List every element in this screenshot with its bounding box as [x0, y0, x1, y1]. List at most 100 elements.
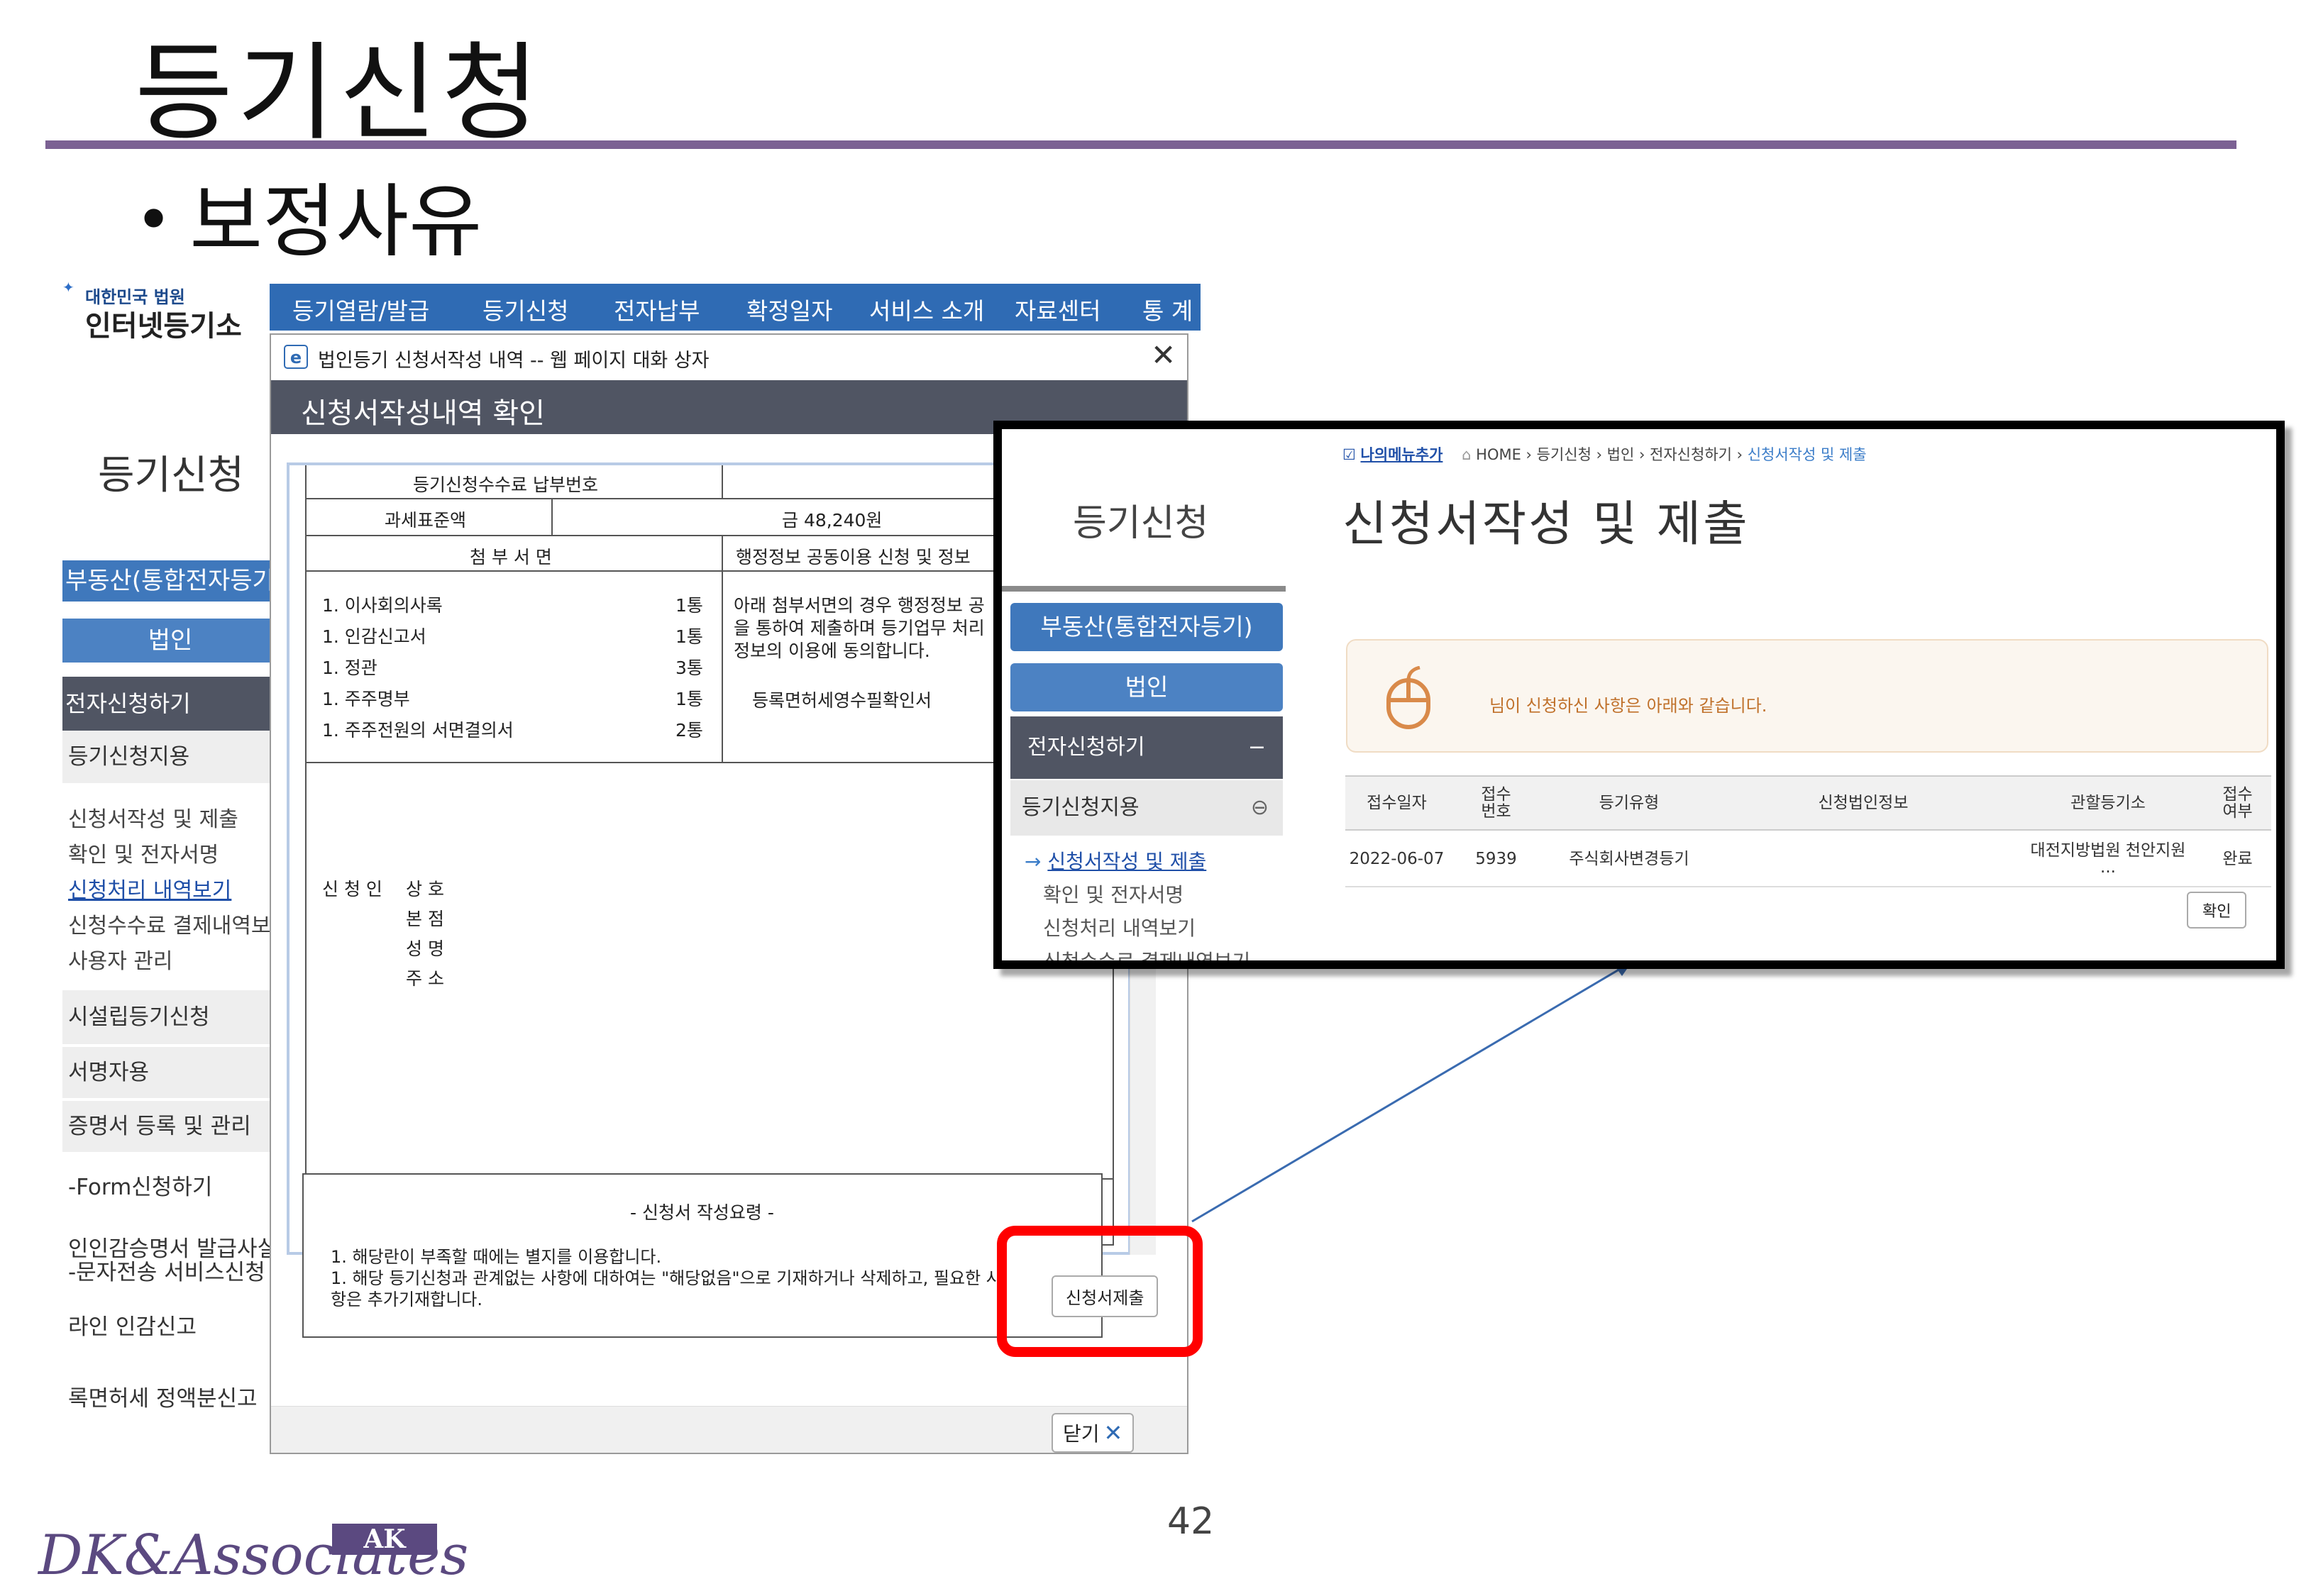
- sidebar-item-sms[interactable]: -문자전송 서비스신청: [62, 1254, 275, 1286]
- sidebar-item-signer[interactable]: 서명자용: [62, 1047, 275, 1098]
- zoom-sidebar-band-corp[interactable]: 법인: [1010, 663, 1283, 711]
- slide-bullet: • 보정사유: [135, 157, 482, 272]
- tax-base-value: 금 48,240원: [782, 510, 883, 531]
- table-cell-number: 5939: [1448, 832, 1544, 887]
- attachment-count: 2통: [675, 720, 703, 741]
- nav-item-view[interactable]: 등기열람/발급: [292, 292, 429, 326]
- breadcrumb-home[interactable]: HOME: [1476, 446, 1521, 463]
- collapse-icon[interactable]: −: [1248, 716, 1266, 779]
- mouse-icon: [1386, 666, 1430, 729]
- zoom-section-heading: 등기신청: [1073, 502, 1209, 545]
- attachments-header: 첨 부 서 면: [470, 547, 552, 567]
- attachment-name: 1. 주주전원의 서면결의서: [322, 720, 514, 741]
- site-logo[interactable]: 인터넷등기소: [85, 303, 242, 344]
- tax-base-label: 과세표준액: [385, 510, 467, 531]
- company-logo-badge: AK: [332, 1524, 437, 1555]
- dialog-title: 법인등기 신청서작성 내역 -- 웹 페이지 대화 상자: [318, 350, 710, 372]
- applicant-field: 본 점: [406, 909, 444, 929]
- table-cell-corp-info: [1714, 832, 2012, 887]
- attachment-name: 1. 이사회의사록: [322, 595, 443, 616]
- page-title: 신청서작성 및 제출: [1342, 497, 1750, 553]
- admin-info-header: 행정정보 공동이용 신청 및 정보: [736, 547, 971, 567]
- attachment-count: 1통: [675, 626, 703, 647]
- zoom-sidebar-link-write[interactable]: → 신청서작성 및 제출: [1010, 846, 1283, 875]
- sidebar-link-history[interactable]: 신청처리 내역보기: [62, 872, 275, 904]
- sidebar-item-cert[interactable]: 증명서 등록 및 관리: [62, 1101, 275, 1152]
- sidebar-group-label: 등기신청지용: [62, 731, 275, 783]
- sidebar-divider: [1002, 586, 1286, 592]
- applicant-label: 신 청 인: [322, 879, 382, 899]
- table-header: 신청법인정보: [1714, 775, 2012, 831]
- svg-text:e: e: [290, 348, 302, 367]
- dialog-header-title: 신청서작성내역 확인: [301, 397, 545, 430]
- page-number: 42: [1167, 1500, 1215, 1543]
- site-page-heading: 등기신청: [98, 453, 245, 499]
- zoom-sidebar-link-fee[interactable]: 신청수수료 결제내역보기: [1010, 946, 1283, 960]
- applicant-field: 성 명: [406, 938, 444, 959]
- table-cell-status: 완료: [2204, 832, 2271, 887]
- nav-item-payment[interactable]: 전자납부: [614, 292, 700, 326]
- close-button-label: 닫기: [1063, 1422, 1100, 1446]
- table-header: 접수 여부: [2204, 775, 2271, 831]
- sidebar-link-fee[interactable]: 신청수수료 결제내역보기: [62, 908, 275, 939]
- minus-circle-icon[interactable]: ⊖: [1251, 780, 1269, 836]
- notice-text: 님이 신청하신 사항은 아래와 같습니다.: [1489, 696, 1767, 716]
- guide-title: - 신청서 작성요령 -: [630, 1202, 774, 1223]
- guide-line: 항은 추가기재합니다.: [331, 1290, 482, 1309]
- sidebar-item-tax[interactable]: 록면허세 정액분신고: [62, 1380, 275, 1412]
- table-header: 접수 번호: [1448, 775, 1544, 831]
- sidebar-item-eform[interactable]: -Form신청하기: [62, 1169, 275, 1201]
- attachment-count: 1통: [675, 689, 703, 709]
- nav-item-date[interactable]: 확정일자: [746, 292, 832, 326]
- close-icon[interactable]: ✕: [1151, 338, 1176, 372]
- close-button[interactable]: 닫기 ✕: [1052, 1413, 1135, 1453]
- dialog-titlebar: e 법인등기 신청서작성 내역 -- 웹 페이지 대화 상자 ✕: [271, 335, 1187, 381]
- breadcrumb: ☑ 나의메뉴추가 ⌂ HOME › 등기신청 › 법인 › 전자신청하기 › 신…: [1342, 443, 1867, 465]
- sidebar-band-realestate[interactable]: 부동산(통합전자등기): [62, 560, 275, 602]
- bullet-text: 보정사유: [189, 176, 482, 268]
- zoom-esubmit-label: 전자신청하기: [1027, 735, 1145, 760]
- nav-item-stats[interactable]: 통 계: [1142, 292, 1193, 326]
- sidebar-item-seal-report[interactable]: 라인 인감신고: [62, 1309, 275, 1341]
- admin-consent-item: 등록면허세영수필확인서: [752, 690, 932, 711]
- sidebar-band-esubmit[interactable]: 전자신청하기: [62, 677, 275, 731]
- attachment-name: 1. 주주명부: [322, 689, 410, 709]
- breadcrumb-item[interactable]: › 법인: [1591, 446, 1635, 463]
- breadcrumb-item[interactable]: › 전자신청하기: [1634, 446, 1732, 463]
- table-cell-date: 2022-06-07: [1345, 832, 1448, 887]
- zoom-group-label: 등기신청지용: [1022, 795, 1140, 820]
- nav-item-apply[interactable]: 등기신청: [482, 292, 568, 326]
- confirm-button[interactable]: 확인: [2187, 892, 2247, 929]
- applicant-field: 주 소: [406, 968, 444, 989]
- sidebar-item-founding[interactable]: 시설립등기신청: [62, 990, 275, 1044]
- admin-consent-line: 정보의 이용에 동의합니다.: [734, 641, 930, 661]
- admin-consent-line: 아래 첨부서면의 경우 행정정보 공: [734, 595, 985, 616]
- nav-item-service[interactable]: 서비스 소개: [869, 292, 984, 326]
- notice-box: 님이 신청하신 사항은 아래와 같습니다.: [1346, 639, 2268, 753]
- table-header: 등기유형: [1544, 775, 1714, 831]
- sidebar-link-sign[interactable]: 확인 및 전자서명: [62, 837, 275, 868]
- zoom-sidebar-link-sign[interactable]: 확인 및 전자서명: [1010, 880, 1283, 908]
- arrow-right-icon: →: [1025, 850, 1048, 873]
- top-navigation: 등기열람/발급 등기신청 전자납부 확정일자 서비스 소개 자료센터 통 계: [270, 284, 1201, 331]
- zoom-sidebar-band-esubmit[interactable]: 전자신청하기 −: [1010, 716, 1283, 779]
- breadcrumb-item[interactable]: › 등기신청: [1521, 446, 1591, 463]
- breadcrumb-sep: ›: [1731, 446, 1748, 463]
- table-cell-type: 주식회사변경등기: [1544, 832, 1714, 887]
- admin-consent-line: 을 통하여 제출하며 등기업무 처리: [734, 618, 985, 638]
- add-my-menu-link[interactable]: 나의메뉴추가: [1361, 446, 1443, 463]
- attachment-name: 1. 정관: [322, 658, 377, 678]
- check-icon: ☑: [1342, 446, 1356, 463]
- title-divider: [45, 140, 2236, 149]
- zoom-sidebar-link-history[interactable]: 신청처리 내역보기: [1010, 913, 1283, 941]
- court-logo-icon: ✦: [62, 279, 75, 296]
- sidebar-link-write[interactable]: 신청서작성 및 제출: [62, 802, 275, 833]
- table-header: 접수일자: [1345, 775, 1448, 831]
- table-cell-registry: 대전지방법원 천안지원 ...: [2012, 832, 2204, 887]
- highlight-box: [997, 1226, 1203, 1357]
- sidebar-band-corp[interactable]: 법인: [62, 619, 275, 663]
- zoom-sidebar-band-realestate[interactable]: 부동산(통합전자등기): [1010, 603, 1283, 651]
- dialog-footer: [271, 1406, 1187, 1453]
- nav-item-resources[interactable]: 자료센터: [1015, 292, 1100, 326]
- sidebar-link-users[interactable]: 사용자 관리: [62, 943, 275, 975]
